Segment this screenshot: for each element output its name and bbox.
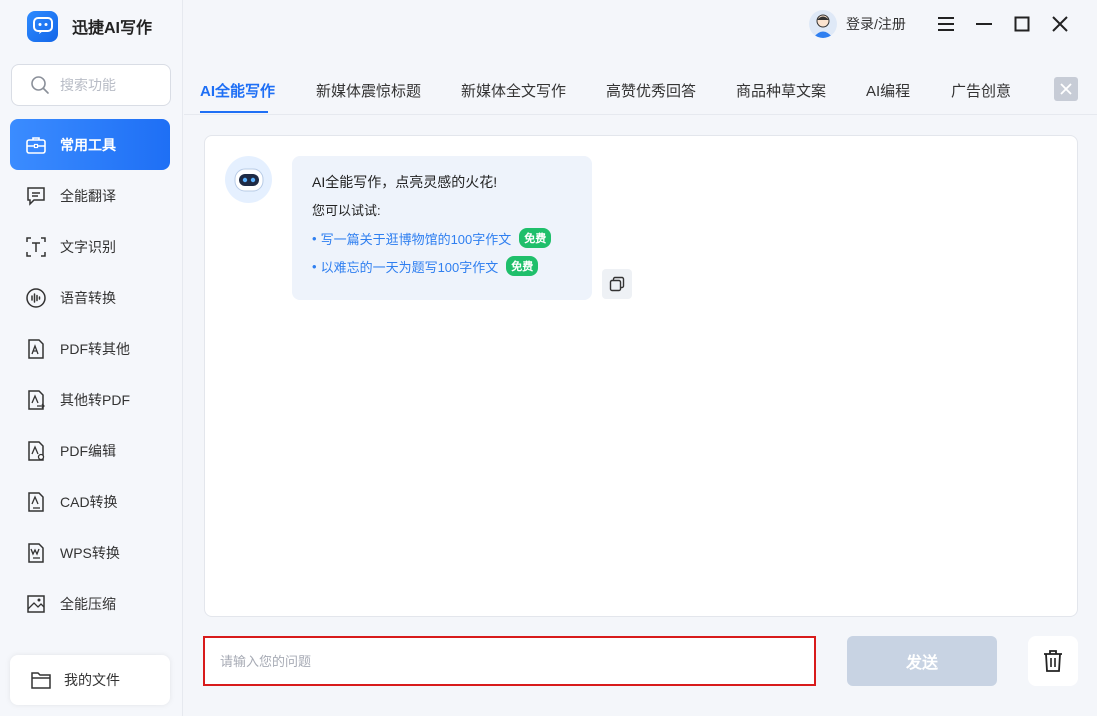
sidebar-item-pdf-convert[interactable]: PDF转其他: [10, 323, 170, 374]
sidebar-item-compress[interactable]: 全能压缩: [10, 578, 170, 629]
tab-product-copy[interactable]: 商品种草文案: [736, 80, 826, 101]
tab-media-article[interactable]: 新媒体全文写作: [461, 80, 566, 101]
maximize-icon[interactable]: [1011, 13, 1033, 35]
app-logo-icon: [27, 10, 58, 42]
wps-convert-icon: [24, 541, 48, 565]
sidebar-item-label: 语音转换: [60, 289, 116, 306]
toolbox-icon: [24, 133, 48, 157]
bot-greeting: AI全能写作，点亮灵感的火花!: [312, 174, 498, 190]
tab-ad-creative[interactable]: 广告创意: [951, 80, 1011, 101]
suggestion-item[interactable]: • 写一篇关于逛博物馆的100字作文 免费: [312, 228, 572, 248]
sidebar-item-common-tools[interactable]: 常用工具: [10, 119, 170, 170]
sidebar-item-label: 全能翻译: [60, 187, 116, 204]
search-input[interactable]: [60, 77, 160, 93]
tab-ai-coding[interactable]: AI编程: [866, 80, 910, 101]
app-brand: 迅捷AI写作: [27, 10, 152, 42]
pdf-convert-icon: [24, 337, 48, 361]
to-pdf-icon: [24, 388, 48, 412]
my-files-label: 我的文件: [64, 672, 120, 688]
avatar: [809, 10, 837, 38]
sidebar-item-voice-convert[interactable]: 语音转换: [10, 272, 170, 323]
sidebar-item-label: 常用工具: [60, 136, 116, 153]
translate-icon: [24, 184, 48, 208]
menu-icon[interactable]: [935, 13, 957, 35]
tab-ai-writing[interactable]: AI全能写作: [200, 80, 275, 101]
tab-bar: AI全能写作 新媒体震惊标题 新媒体全文写作 高赞优秀回答 商品种草文案 AI编…: [184, 64, 1097, 115]
sidebar-item-label: WPS转换: [60, 544, 120, 561]
question-input[interactable]: [220, 653, 780, 669]
suggestion-text[interactable]: 写一篇关于逛博物馆的100字作文: [321, 229, 512, 248]
close-icon[interactable]: [1049, 13, 1071, 35]
sidebar-item-label: PDF转其他: [60, 340, 130, 357]
bot-message-bubble: AI全能写作，点亮灵感的火花! 您可以试试: • 写一篇关于逛博物馆的100字作…: [292, 156, 592, 300]
compress-icon: [24, 592, 48, 616]
login-label: 登录/注册: [846, 16, 906, 32]
bot-hint: 您可以试试:: [312, 203, 381, 218]
close-tabs-icon[interactable]: [1054, 77, 1078, 101]
sidebar-item-label: 其他转PDF: [60, 391, 130, 408]
minimize-icon[interactable]: [973, 13, 995, 35]
free-badge: 免费: [506, 256, 539, 276]
login-button[interactable]: 登录/注册: [809, 10, 906, 38]
chat-panel: AI全能写作，点亮灵感的火花! 您可以试试: • 写一篇关于逛博物馆的100字作…: [204, 135, 1078, 617]
cad-convert-icon: [24, 490, 48, 514]
tab-top-answers[interactable]: 高赞优秀回答: [606, 80, 696, 101]
sidebar-item-to-pdf[interactable]: 其他转PDF: [10, 374, 170, 425]
sidebar-item-text-recognition[interactable]: 文字识别: [10, 221, 170, 272]
sidebar-item-pdf-edit[interactable]: PDF编辑: [10, 425, 170, 476]
pdf-edit-icon: [24, 439, 48, 463]
active-tab-indicator: [200, 111, 268, 113]
suggestion-item[interactable]: • 以难忘的一天为题写100字作文 免费: [312, 256, 572, 276]
send-button[interactable]: 发送: [847, 636, 997, 686]
sidebar: 迅捷AI写作 常用工具 全能翻译 文字识别: [0, 0, 183, 716]
app-name: 迅捷AI写作: [72, 20, 153, 37]
my-files-button[interactable]: 我的文件: [10, 655, 170, 705]
sidebar-nav: 常用工具 全能翻译 文字识别 语音转换 PDF转其他 其他转PDF PDF编辑 …: [10, 119, 170, 629]
folder-icon: [30, 670, 52, 690]
voice-convert-icon: [24, 286, 48, 310]
sidebar-item-label: 全能压缩: [60, 595, 116, 612]
question-input-box[interactable]: [203, 636, 816, 686]
text-recognition-icon: [24, 235, 48, 259]
sidebar-item-label: PDF编辑: [60, 442, 116, 459]
search-box[interactable]: [11, 64, 171, 106]
sidebar-item-translate[interactable]: 全能翻译: [10, 170, 170, 221]
sidebar-item-label: CAD转换: [60, 493, 118, 510]
title-bar: 登录/注册: [184, 0, 1097, 48]
trash-icon[interactable]: [1028, 636, 1078, 686]
sidebar-item-cad-convert[interactable]: CAD转换: [10, 476, 170, 527]
sidebar-item-wps-convert[interactable]: WPS转换: [10, 527, 170, 578]
copy-icon[interactable]: [602, 269, 632, 299]
sidebar-item-label: 文字识别: [60, 238, 116, 255]
suggestion-text[interactable]: 以难忘的一天为题写100字作文: [321, 257, 499, 276]
robot-avatar-icon: [225, 156, 272, 203]
search-icon: [30, 75, 50, 95]
tab-media-headline[interactable]: 新媒体震惊标题: [316, 80, 421, 101]
free-badge: 免费: [519, 228, 552, 248]
